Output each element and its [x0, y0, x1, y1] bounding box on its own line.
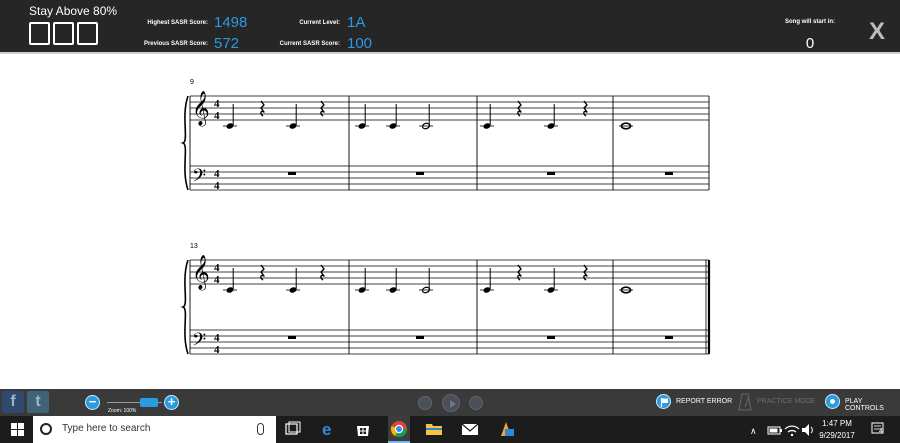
- clock-time[interactable]: 1:47 PM: [812, 419, 862, 428]
- whole-rest: [416, 336, 424, 339]
- zoom-slider-thumb[interactable]: [140, 398, 158, 407]
- cortana-icon: [40, 423, 52, 435]
- twitter-icon: t: [35, 393, 41, 410]
- measure-number: 9: [190, 79, 194, 86]
- play-controls-button[interactable]: PLAY CONTROLS: [845, 398, 900, 412]
- forward-button[interactable]: [469, 396, 483, 410]
- app-window: Stay Above 80% Highest SASR Score: 1498 …: [0, 0, 900, 443]
- task-view-icon[interactable]: [284, 420, 302, 438]
- highest-score-value: 1498: [214, 14, 248, 31]
- whole-rest: [547, 336, 555, 339]
- facebook-share-button[interactable]: f: [2, 391, 24, 413]
- zoom-level-label: Zoom: 100%: [108, 408, 137, 414]
- file-explorer-icon[interactable]: [425, 420, 443, 438]
- whole-rest: [665, 172, 673, 175]
- twitter-share-button[interactable]: t: [27, 391, 49, 413]
- goal-title: Stay Above 80%: [29, 4, 118, 18]
- notification-count-badge: 4: [879, 428, 883, 435]
- previous-score-value: 572: [214, 35, 240, 52]
- clock-date[interactable]: 9/29/2017: [812, 431, 862, 440]
- score-canvas: 9𝄞𝄢444413𝄞𝄢4444: [180, 79, 711, 356]
- brace: [180, 95, 189, 191]
- current-level-label: Current Level:: [299, 20, 340, 26]
- measure-number: 13: [190, 243, 198, 250]
- report-error-button[interactable]: REPORT ERROR: [676, 398, 732, 405]
- control-bar: f t − Zoom: 100% + REPORT ERROR PRACTICE…: [0, 389, 900, 416]
- treble-time-signature-bottom: 4: [214, 110, 220, 122]
- bass-time-signature-bottom: 4: [214, 180, 220, 192]
- mail-icon[interactable]: [461, 420, 479, 438]
- zoom-out-button[interactable]: −: [85, 395, 100, 410]
- progress-box-1: [29, 22, 50, 45]
- whole-rest: [665, 336, 673, 339]
- whole-rest: [416, 172, 424, 175]
- bass-clef-icon: 𝄢: [192, 330, 206, 355]
- facebook-icon: f: [10, 393, 16, 410]
- battery-icon[interactable]: [766, 421, 784, 439]
- bass-clef-icon: 𝄢: [192, 166, 206, 191]
- score-header-bar: Stay Above 80% Highest SASR Score: 1498 …: [0, 0, 900, 54]
- whole-rest: [288, 336, 296, 339]
- countdown-label: Song will start in:: [784, 19, 835, 25]
- bass-time-signature-top: 4: [214, 168, 220, 180]
- close-button[interactable]: X: [866, 20, 888, 44]
- rewind-button[interactable]: [418, 396, 432, 410]
- taskbar-search-input[interactable]: Type here to search: [62, 423, 150, 434]
- metronome-icon: [738, 393, 752, 411]
- play-controls-icon[interactable]: [825, 394, 840, 409]
- brace: [180, 259, 189, 355]
- store-icon[interactable]: [354, 420, 372, 438]
- practice-mode-button[interactable]: PRACTICE MODE: [757, 398, 815, 405]
- treble-time-signature-bottom: 4: [214, 274, 220, 286]
- wifi-icon[interactable]: [783, 421, 801, 439]
- zoom-in-button[interactable]: +: [164, 395, 179, 410]
- sheet-music: 9 𝄞 𝄢 4 4 4 4 13 𝄞 𝄢 4 4 4 4: [0, 56, 900, 390]
- treble-clef-icon: 𝄞: [192, 255, 210, 291]
- progress-boxes: [29, 22, 98, 45]
- countdown-value: 0: [805, 35, 815, 52]
- play-icon: [450, 400, 456, 408]
- edge-browser-icon[interactable]: e: [320, 420, 338, 438]
- treble-time-signature-top: 4: [214, 98, 220, 110]
- windows-taskbar: Type here to search e ∧ 1:47 PM 9/29/201…: [0, 416, 900, 443]
- current-level-value: 1A: [347, 14, 366, 31]
- highest-score-label: Highest SASR Score:: [147, 20, 208, 26]
- report-error-flag-icon[interactable]: [656, 394, 671, 409]
- previous-score-label: Previous SASR Score:: [143, 41, 208, 47]
- current-score-label: Current SASR Score:: [279, 41, 340, 47]
- chrome-icon[interactable]: [390, 420, 408, 438]
- whole-rest: [547, 172, 555, 175]
- bass-time-signature-top: 4: [214, 332, 220, 344]
- progress-box-2: [53, 22, 74, 45]
- bass-time-signature-bottom: 4: [214, 344, 220, 356]
- taskbar-search-box[interactable]: Type here to search: [33, 416, 276, 443]
- windows-start-icon[interactable]: [11, 423, 24, 436]
- progress-box-3: [77, 22, 98, 45]
- treble-clef-icon: 𝄞: [192, 91, 210, 127]
- current-score-value: 100: [347, 35, 373, 52]
- whole-rest: [288, 172, 296, 175]
- microphone-icon[interactable]: [257, 423, 264, 435]
- svg-text:e: e: [322, 420, 331, 438]
- show-hidden-icons[interactable]: ∧: [750, 426, 757, 437]
- treble-time-signature-top: 4: [214, 262, 220, 274]
- play-button[interactable]: [442, 394, 460, 412]
- app-pinned-icon[interactable]: [497, 420, 515, 438]
